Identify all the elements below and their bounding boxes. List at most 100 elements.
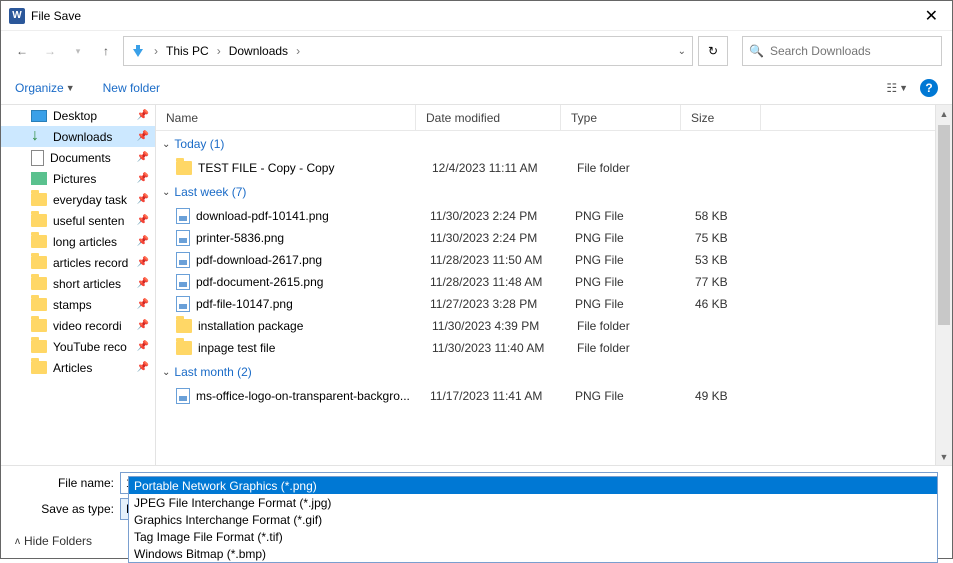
sidebar: Desktop📌Downloads📌Documents📌Pictures📌eve… — [1, 105, 156, 465]
type-option[interactable]: Tag Image File Format (*.tif) — [129, 528, 937, 545]
pic-icon — [31, 172, 47, 185]
file-row[interactable]: TEST FILE - Copy - Copy12/4/2023 11:11 A… — [156, 157, 935, 179]
help-button[interactable]: ? — [920, 79, 938, 97]
png-icon — [176, 296, 190, 312]
file-row[interactable]: pdf-file-10147.png11/27/2023 3:28 PMPNG … — [156, 293, 935, 315]
folder-icon — [31, 256, 47, 269]
new-folder-button[interactable]: New folder — [103, 81, 160, 95]
group-header[interactable]: ⌄Last week (7) — [156, 179, 935, 205]
col-name[interactable]: Name — [156, 105, 416, 130]
sidebar-label: Downloads — [53, 130, 112, 144]
file-row[interactable]: ms-office-logo-on-transparent-backgro...… — [156, 385, 935, 407]
file-date: 11/30/2023 2:24 PM — [430, 209, 575, 223]
pin-icon: 📌 — [137, 110, 149, 121]
chevron-up-icon: ʌ — [15, 536, 20, 547]
chevron-down-icon: ⌄ — [162, 139, 170, 150]
sidebar-item-youtube-reco[interactable]: YouTube reco📌 — [1, 336, 155, 357]
scrollbar[interactable]: ▲ ▼ — [935, 105, 952, 465]
desk-icon — [31, 110, 47, 122]
sidebar-item-pictures[interactable]: Pictures📌 — [1, 168, 155, 189]
file-date: 11/17/2023 11:41 AM — [430, 389, 575, 403]
col-date[interactable]: Date modified — [416, 105, 561, 130]
doc-icon — [31, 150, 44, 166]
address-dropdown-icon[interactable]: ⌄ — [678, 46, 686, 57]
sidebar-item-downloads[interactable]: Downloads 📌 — [1, 126, 155, 147]
sidebar-item-long-articles[interactable]: long articles 📌 — [1, 231, 155, 252]
back-button[interactable]: ← — [11, 40, 33, 62]
group-header[interactable]: ⌄Today (1) — [156, 131, 935, 157]
file-date: 11/30/2023 11:40 AM — [432, 341, 577, 355]
sidebar-label: Pictures — [53, 172, 96, 186]
group-header[interactable]: ⌄Last month (2) — [156, 359, 935, 385]
file-name: TEST FILE - Copy - Copy — [198, 161, 432, 175]
type-option[interactable]: JPEG File Interchange Format (*.jpg) — [129, 494, 937, 511]
pin-icon: 📌 — [137, 257, 149, 268]
pin-icon: 📌 — [137, 194, 149, 205]
file-row[interactable]: installation package11/30/2023 4:39 PMFi… — [156, 315, 935, 337]
pin-icon: 📌 — [137, 131, 149, 142]
sidebar-item-everyday-task[interactable]: everyday task📌 — [1, 189, 155, 210]
col-size[interactable]: Size — [681, 105, 761, 130]
file-date: 11/30/2023 4:39 PM — [432, 319, 577, 333]
file-date: 11/28/2023 11:48 AM — [430, 275, 575, 289]
up-button[interactable]: ↑ — [95, 40, 117, 62]
file-type: PNG File — [575, 275, 695, 289]
breadcrumb-seg[interactable]: This PC — [166, 44, 209, 58]
file-row[interactable]: pdf-document-2615.png11/28/2023 11:48 AM… — [156, 271, 935, 293]
address-bar[interactable]: This PC Downloads ⌄ — [123, 36, 693, 66]
file-date: 11/27/2023 3:28 PM — [430, 297, 575, 311]
sidebar-item-short-articles[interactable]: short articles📌 — [1, 273, 155, 294]
sidebar-label: short articles — [53, 277, 121, 291]
file-row[interactable]: download-pdf-10141.png11/30/2023 2:24 PM… — [156, 205, 935, 227]
sidebar-item-useful-senten[interactable]: useful senten📌 — [1, 210, 155, 231]
breadcrumb-seg[interactable]: Downloads — [229, 44, 288, 58]
file-type: PNG File — [575, 253, 695, 267]
sidebar-label: articles record — [53, 256, 128, 270]
png-icon — [176, 274, 190, 290]
recent-dropdown[interactable]: ▾ — [67, 40, 89, 62]
search-input[interactable] — [770, 44, 935, 58]
close-button[interactable]: ✕ — [919, 6, 944, 26]
refresh-button[interactable]: ↻ — [698, 36, 728, 66]
type-option[interactable]: Graphics Interchange Format (*.gif) — [129, 511, 937, 528]
sidebar-item-video-recordi[interactable]: video recordi📌 — [1, 315, 155, 336]
file-area: Name Date modified Type Size ⌄Today (1)T… — [156, 105, 952, 465]
sidebar-item-stamps[interactable]: stamps📌 — [1, 294, 155, 315]
file-type: PNG File — [575, 209, 695, 223]
sidebar-item-articles[interactable]: Articles📌 — [1, 357, 155, 378]
folder-icon — [31, 214, 47, 227]
col-type[interactable]: Type — [561, 105, 681, 130]
pin-icon: 📌 — [137, 320, 149, 331]
view-options-button[interactable]: ☷▼ — [886, 81, 908, 95]
file-row[interactable]: printer-5836.png11/30/2023 2:24 PMPNG Fi… — [156, 227, 935, 249]
pin-icon: 📌 — [137, 299, 149, 310]
file-size: 58 KB — [695, 209, 775, 223]
organize-button[interactable]: Organize▼ — [15, 81, 75, 95]
nav-bar: ← → ▾ ↑ This PC Downloads ⌄ ↻ 🔍 — [1, 31, 952, 71]
file-type: File folder — [577, 319, 697, 333]
png-icon — [176, 230, 190, 246]
file-date: 11/28/2023 11:50 AM — [430, 253, 575, 267]
file-row[interactable]: inpage test file11/30/2023 11:40 AMFile … — [156, 337, 935, 359]
type-option[interactable]: Windows Bitmap (*.bmp) — [129, 545, 937, 562]
sidebar-label: Documents — [50, 151, 111, 165]
scroll-up-icon[interactable]: ▲ — [936, 105, 952, 122]
file-size: 46 KB — [695, 297, 775, 311]
search-box[interactable]: 🔍 — [742, 36, 942, 66]
type-option[interactable]: Portable Network Graphics (*.png) — [129, 477, 937, 494]
sidebar-item-articles-record[interactable]: articles record 📌 — [1, 252, 155, 273]
file-save-dialog: W File Save ✕ ← → ▾ ↑ This PC Downloads … — [0, 0, 953, 559]
sidebar-label: long articles — [53, 235, 117, 249]
file-name: pdf-download-2617.png — [196, 253, 430, 267]
pin-icon: 📌 — [137, 236, 149, 247]
file-name: pdf-file-10147.png — [196, 297, 430, 311]
view-icon: ☷ — [886, 81, 897, 95]
scroll-thumb[interactable] — [938, 125, 950, 325]
chevron-right-icon — [150, 44, 162, 58]
sidebar-item-desktop[interactable]: Desktop📌 — [1, 105, 155, 126]
forward-button[interactable]: → — [39, 40, 61, 62]
file-size: 77 KB — [695, 275, 775, 289]
sidebar-item-documents[interactable]: Documents📌 — [1, 147, 155, 168]
scroll-down-icon[interactable]: ▼ — [936, 448, 952, 465]
file-row[interactable]: pdf-download-2617.png11/28/2023 11:50 AM… — [156, 249, 935, 271]
